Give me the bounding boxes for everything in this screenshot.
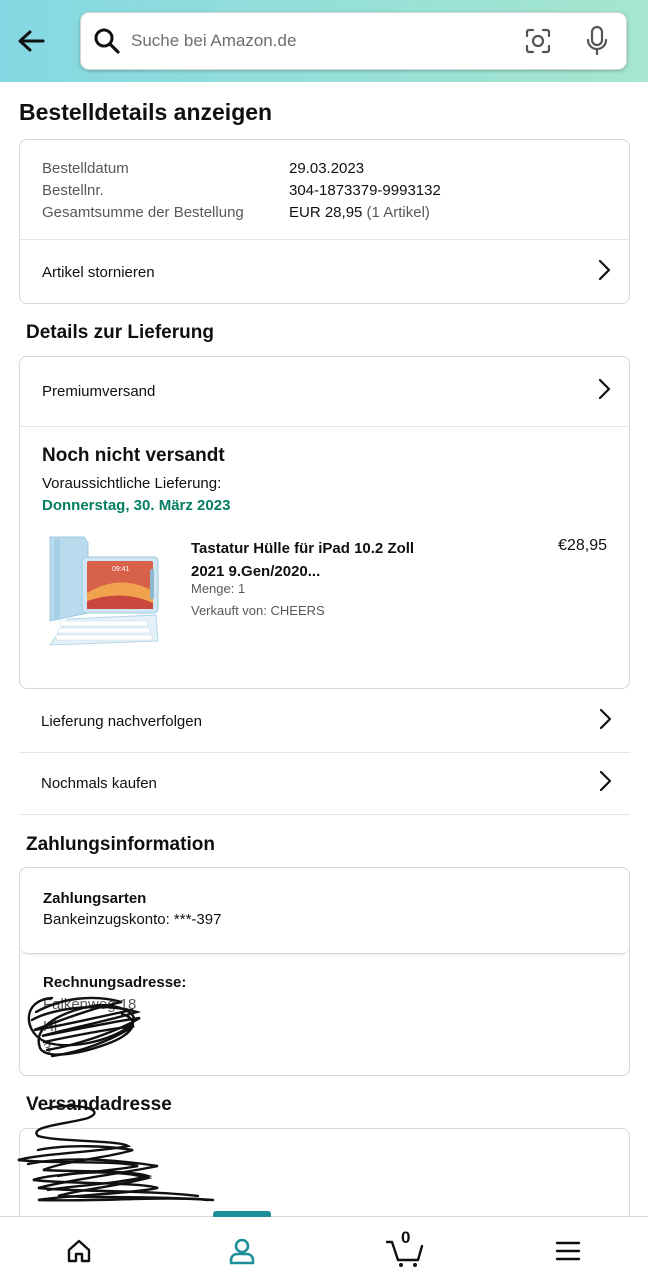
payment-card: Zahlungsarten Bankeinzugskonto: ***-397 … xyxy=(19,867,630,1076)
search-bar[interactable] xyxy=(80,12,627,70)
billing-address-line1: Falkenweg 18 xyxy=(43,996,137,1013)
top-bar xyxy=(0,0,648,82)
search-icon[interactable] xyxy=(93,27,121,60)
shipment-status: Noch nicht versandt xyxy=(42,445,225,466)
payment-methods-label: Zahlungsarten xyxy=(43,890,147,907)
billing-address-label: Rechnungsadresse: xyxy=(43,974,187,991)
menu-icon[interactable] xyxy=(550,1233,586,1269)
track-delivery-row[interactable]: Lieferung nachverfolgen xyxy=(19,690,630,752)
product-title-line1: Tastatur Hülle für iPad 10.2 Zoll xyxy=(191,540,415,557)
shipping-method-row[interactable]: Premiumversand xyxy=(20,357,629,425)
mic-icon[interactable] xyxy=(584,25,610,62)
product-quantity: Menge: 1 xyxy=(191,581,246,596)
payment-heading: Zahlungsinformation xyxy=(26,834,215,855)
home-icon[interactable] xyxy=(61,1233,97,1269)
order-date-label: Bestelldatum xyxy=(42,160,129,177)
shipping-method-label: Premiumversand xyxy=(42,382,156,400)
order-total-items: (1 Artikel) xyxy=(366,204,430,221)
expected-delivery-label: Voraussichtliche Lieferung: xyxy=(42,475,222,492)
delivery-heading: Details zur Lieferung xyxy=(26,322,214,343)
shipping-address-card xyxy=(19,1128,630,1228)
chevron-right-icon xyxy=(597,259,611,286)
order-total-value: EUR 28,95 xyxy=(289,204,363,221)
order-summary-card: Bestelldatum 29.03.2023 Bestellnr. 304-1… xyxy=(19,139,630,304)
active-tab-indicator xyxy=(213,1211,271,1217)
order-number-value: 304-1873379-9993132 xyxy=(289,182,441,199)
bottom-navigation: 0 xyxy=(0,1211,648,1280)
search-input[interactable] xyxy=(131,26,501,56)
product-title-line2: 2021 9.Gen/2020... xyxy=(191,563,321,580)
billing-address-line3: 3 xyxy=(43,1040,52,1057)
cart-icon[interactable]: 0 xyxy=(386,1228,426,1269)
payment-account: Bankeinzugskonto: ***-397 xyxy=(43,911,222,928)
cart-count: 0 xyxy=(401,1228,411,1247)
product-title[interactable]: Tastatur Hülle für iPad 10.2 Zoll 2021 9… xyxy=(191,537,414,583)
chevron-right-icon xyxy=(598,708,612,735)
product-seller: Verkauft von: CHEERS xyxy=(191,603,325,618)
order-date-value: 29.03.2023 xyxy=(289,160,365,177)
camera-icon[interactable] xyxy=(524,27,552,60)
order-number-label: Bestellnr. xyxy=(42,182,104,199)
profile-icon[interactable] xyxy=(224,1233,260,1269)
chevron-right-icon xyxy=(598,770,612,797)
product-screen-time: 09:41 xyxy=(112,566,130,573)
payment-methods-box: Zahlungsarten Bankeinzugskonto: ***-397 xyxy=(20,868,629,954)
page-title: Bestelldetails anzeigen xyxy=(19,99,273,125)
buy-again-label: Nochmals kaufen xyxy=(41,774,157,792)
shipping-address-heading: Versandadresse xyxy=(26,1094,172,1115)
back-arrow-icon[interactable] xyxy=(10,20,52,62)
buy-again-row[interactable]: Nochmals kaufen xyxy=(19,752,630,814)
expected-delivery-date: Donnerstag, 30. März 2023 xyxy=(42,497,231,514)
order-total: EUR 28,95 (1 Artikel) xyxy=(289,204,430,221)
billing-address-line2: Hi xyxy=(43,1018,58,1035)
order-total-label: Gesamtsumme der Bestellung xyxy=(42,204,244,221)
cancel-items-row[interactable]: Artikel stornieren xyxy=(20,240,629,303)
chevron-right-icon xyxy=(597,378,611,405)
divider xyxy=(19,814,630,815)
divider xyxy=(20,426,629,427)
product-image[interactable]: 09:41 xyxy=(44,533,164,649)
product-price: €28,95 xyxy=(558,537,607,554)
delivery-card: Premiumversand Noch nicht versandt Vorau… xyxy=(19,356,630,689)
track-delivery-label: Lieferung nachverfolgen xyxy=(41,712,202,730)
cancel-items-label: Artikel stornieren xyxy=(42,263,155,281)
